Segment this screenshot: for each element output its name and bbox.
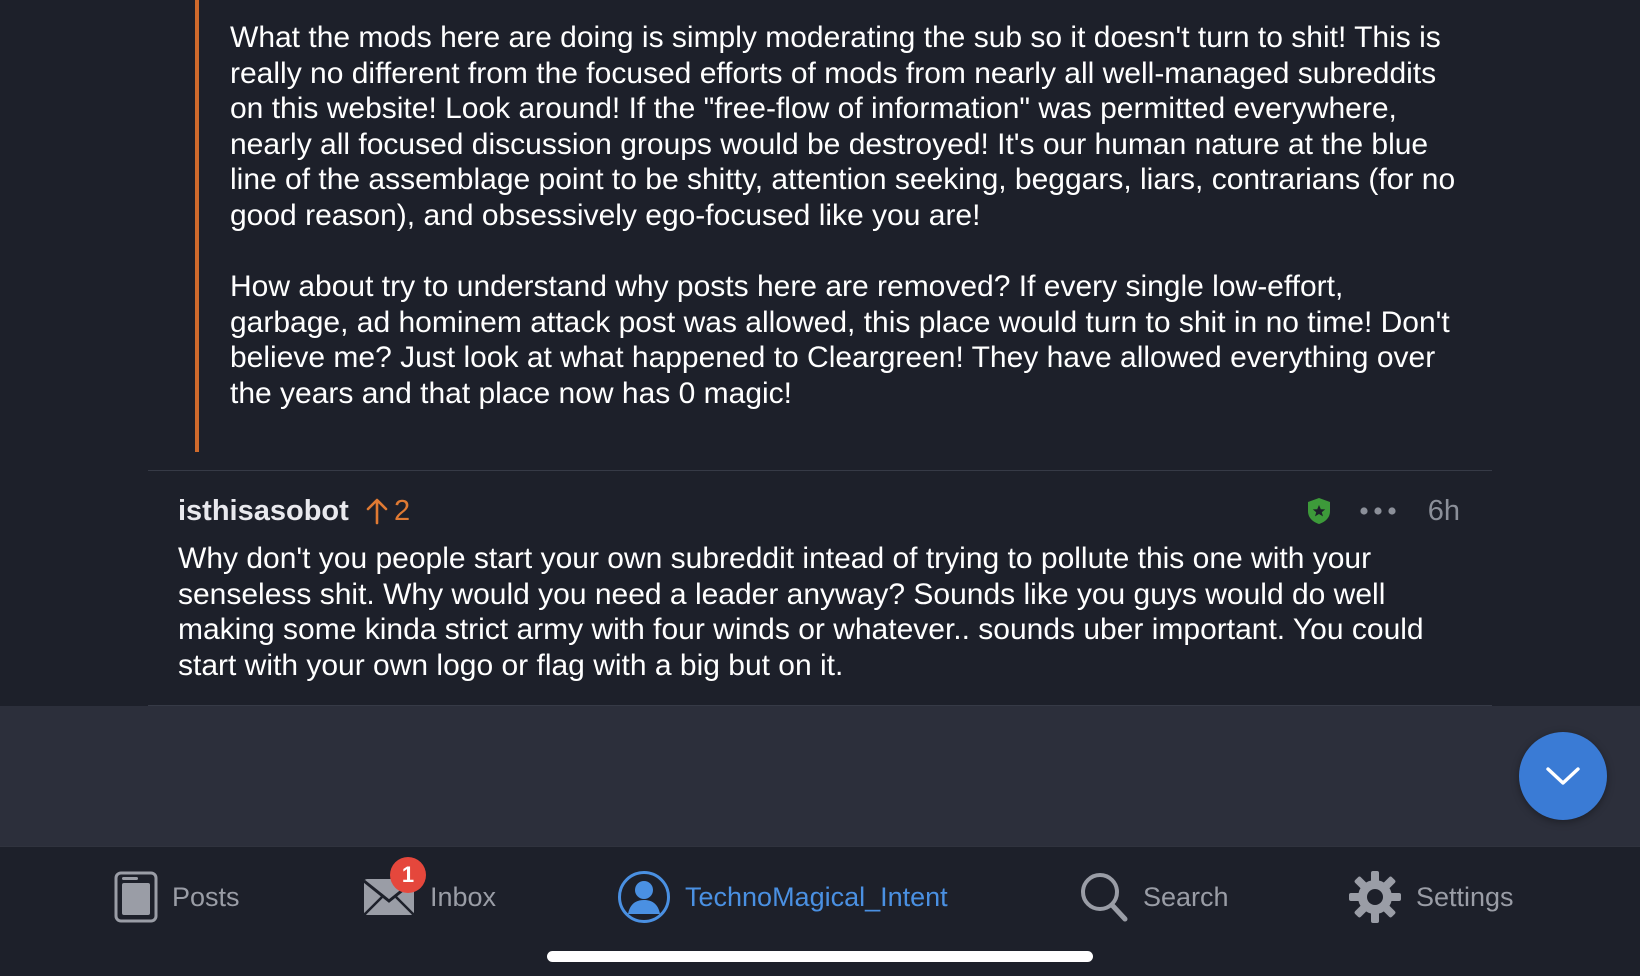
tab-label: Inbox (430, 881, 497, 912)
more-options-icon[interactable] (1358, 499, 1398, 523)
tab-label: TechnoMagical_Intent (685, 881, 948, 912)
comment-timestamp: 6h (1427, 495, 1460, 527)
upvote-arrow-icon (366, 498, 388, 525)
parent-comment[interactable]: What the mods here are doing is simply m… (148, 0, 1492, 471)
tab-label: Posts (172, 881, 240, 912)
tab-profile[interactable]: TechnoMagical_Intent (617, 871, 948, 923)
comment-paragraph: What the mods here are doing is simply m… (230, 21, 1456, 232)
parent-comment-body: What the mods here are doing is simply m… (230, 20, 1460, 411)
user-avatar-icon (617, 870, 671, 924)
gear-icon (1348, 870, 1402, 924)
unread-badge: 1 (390, 857, 426, 893)
thread-end-area (0, 706, 1640, 846)
comment-thread-screen: What the mods here are doing is simply m… (0, 0, 1640, 976)
mail-icon: 1 (362, 857, 426, 917)
tab-label: Search (1143, 881, 1229, 912)
tab-posts[interactable]: Posts (114, 871, 240, 923)
tab-bar: Posts 1 Inbox TechnoMagical_Intent Searc… (0, 846, 1640, 976)
tab-label: Settings (1416, 881, 1514, 912)
moderator-shield-icon (1308, 498, 1330, 524)
score-value: 2 (394, 494, 411, 527)
thread-depth-line (195, 0, 199, 452)
comment-author[interactable]: isthisasobot (178, 491, 349, 531)
reply-comment[interactable]: isthisasobot 2 6h Why don't you people s… (148, 471, 1492, 706)
comment-paragraph: How about try to understand why posts he… (230, 270, 1450, 410)
home-indicator[interactable] (547, 951, 1093, 962)
tab-inbox[interactable]: 1 Inbox (362, 857, 497, 923)
comment-score: 2 (366, 491, 410, 531)
search-icon (1079, 871, 1129, 923)
tab-settings[interactable]: Settings (1348, 871, 1514, 923)
reply-comment-body: Why don't you people start your own subr… (178, 542, 1424, 682)
scroll-down-button[interactable] (1519, 732, 1607, 820)
chevron-down-icon (1546, 767, 1580, 785)
posts-icon (114, 871, 158, 923)
tab-search[interactable]: Search (1079, 871, 1229, 923)
comment-header: isthisasobot 2 6h (178, 491, 1460, 531)
